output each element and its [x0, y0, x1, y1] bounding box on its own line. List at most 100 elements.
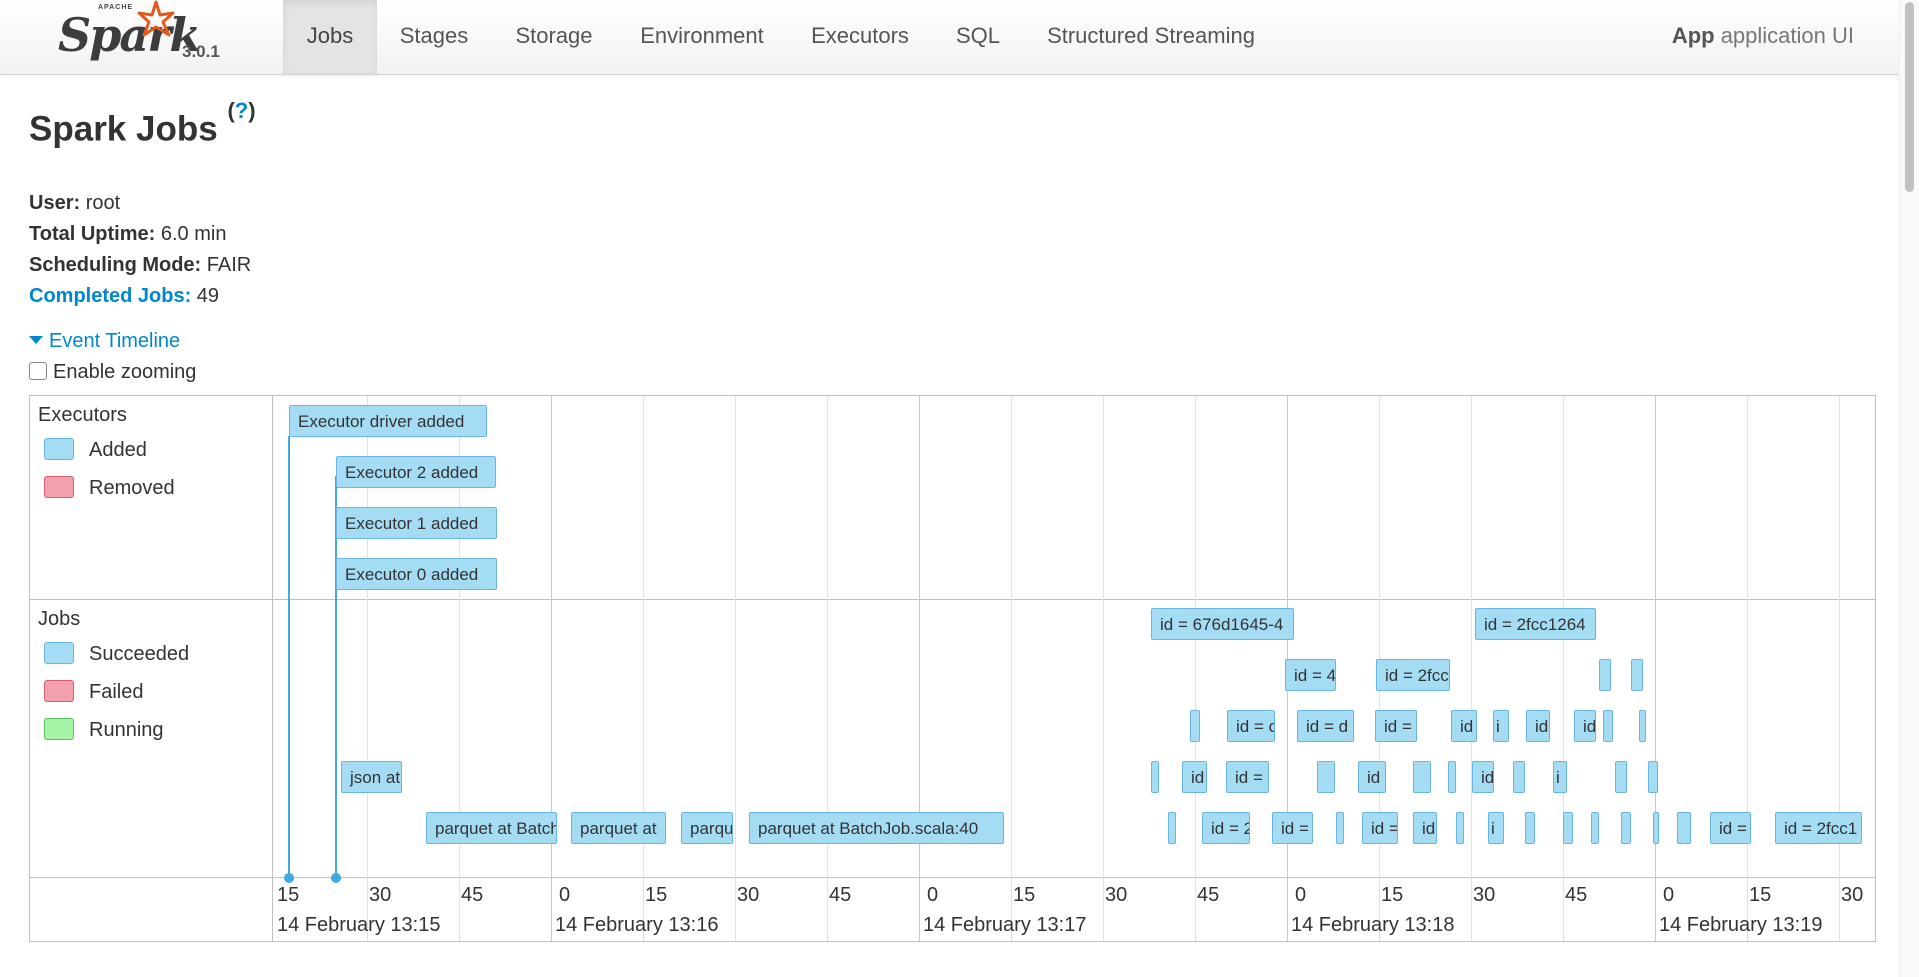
- uptime-value: 6.0 min: [155, 223, 227, 245]
- completed-jobs-link[interactable]: Completed Jobs:: [29, 285, 191, 307]
- scrollbar-thumb[interactable]: [1905, 2, 1914, 192]
- app-ui-title: App application UI: [1672, 0, 1854, 74]
- job-item[interactable]: id =: [1710, 812, 1751, 844]
- help-tooltip[interactable]: (?): [227, 98, 255, 123]
- app-ui-rest: application UI: [1714, 23, 1854, 48]
- job-item[interactable]: [1648, 761, 1658, 793]
- enable-zooming[interactable]: Enable zooming: [29, 361, 196, 384]
- job-item[interactable]: [1336, 812, 1344, 844]
- job-item[interactable]: id: [1451, 710, 1477, 742]
- zoom-label: Enable zooming: [53, 361, 197, 383]
- timeline-plot[interactable]: Executor driver added Executor 2 added E…: [273, 396, 1875, 941]
- top-navbar: APACHE Spark 3.0.1 Jobs Stages Storage E…: [0, 0, 1900, 75]
- job-item[interactable]: id = d: [1297, 710, 1354, 742]
- job-item[interactable]: parquet at BatchJob: [426, 812, 557, 844]
- executor-event[interactable]: Executor 1 added: [336, 507, 497, 539]
- job-item[interactable]: id =: [1375, 710, 1417, 742]
- app-ui-bold: App: [1671, 23, 1715, 48]
- axis-tick: 15: [1013, 884, 1036, 906]
- job-item[interactable]: [1615, 761, 1627, 793]
- tab-stages[interactable]: Stages: [383, 0, 485, 74]
- job-item[interactable]: [1591, 812, 1599, 844]
- help-link[interactable]: ?: [235, 98, 248, 123]
- executor-event[interactable]: Executor 0 added: [336, 558, 497, 590]
- gridline: [1839, 396, 1840, 941]
- caret-down-icon: [29, 336, 43, 344]
- job-item[interactable]: id: [1574, 710, 1596, 742]
- job-item[interactable]: [1190, 710, 1200, 742]
- job-item[interactable]: [1151, 761, 1159, 793]
- job-item[interactable]: [1513, 761, 1525, 793]
- job-item[interactable]: [1653, 812, 1659, 844]
- axis-tick: 30: [1841, 884, 1864, 906]
- tab-structured-streaming[interactable]: Structured Streaming: [1035, 0, 1267, 74]
- job-item[interactable]: i: [1488, 812, 1504, 844]
- succeeded-swatch: [44, 642, 74, 664]
- job-item[interactable]: id = 4: [1285, 659, 1336, 691]
- axis-tick: 15: [277, 884, 300, 906]
- job-item[interactable]: id = c: [1227, 710, 1275, 742]
- axis-tick: 15: [645, 884, 668, 906]
- page-scrollbar[interactable]: [1899, 0, 1919, 977]
- job-item[interactable]: id = 2fcc1264: [1475, 608, 1596, 640]
- gridline: [1103, 396, 1104, 941]
- completed-value: 49: [191, 285, 220, 307]
- tab-storage[interactable]: Storage: [497, 0, 611, 74]
- legend-added: Added: [44, 438, 147, 462]
- job-item[interactable]: id =: [1362, 812, 1398, 844]
- job-item[interactable]: [1448, 761, 1456, 793]
- timeline-legend-panel: Executors Added Removed Jobs Succeeded F…: [30, 396, 273, 941]
- job-item[interactable]: [1525, 812, 1535, 844]
- job-item[interactable]: id =: [1272, 812, 1313, 844]
- job-item[interactable]: [1603, 710, 1613, 742]
- failed-swatch: [44, 680, 74, 702]
- job-item[interactable]: [1413, 761, 1431, 793]
- job-item[interactable]: id: [1472, 761, 1494, 793]
- job-item[interactable]: [1563, 812, 1573, 844]
- job-item[interactable]: [1639, 710, 1646, 742]
- zoom-checkbox[interactable]: [29, 362, 47, 380]
- job-item[interactable]: id: [1413, 812, 1437, 844]
- job-item[interactable]: id = 676d1645-4: [1151, 608, 1294, 640]
- spark-logo[interactable]: APACHE Spark 3.0.1: [58, 0, 238, 72]
- job-item[interactable]: parquet at BatchJob.scala:40: [749, 812, 1004, 844]
- job-item[interactable]: [1317, 761, 1335, 793]
- job-item[interactable]: id = 2fcc: [1376, 659, 1450, 691]
- user-value: root: [80, 192, 121, 214]
- gridline-major: [551, 396, 552, 941]
- legend-succeeded: Succeeded: [44, 642, 189, 666]
- axis-tick: 0: [559, 884, 571, 906]
- job-item[interactable]: id: [1182, 761, 1207, 793]
- event-timeline-toggle[interactable]: Event Timeline: [29, 330, 180, 353]
- tab-executors[interactable]: Executors: [797, 0, 923, 74]
- job-item[interactable]: [1456, 812, 1464, 844]
- axis-date: 14 February 13:18: [1291, 914, 1455, 936]
- tab-sql[interactable]: SQL: [944, 0, 1012, 74]
- executor-event[interactable]: Executor driver added: [289, 405, 487, 437]
- legend-running: Running: [44, 718, 164, 742]
- job-item[interactable]: id = 2: [1202, 812, 1250, 844]
- job-item[interactable]: [1631, 659, 1643, 691]
- tab-environment[interactable]: Environment: [626, 0, 778, 74]
- job-item[interactable]: id: [1358, 761, 1386, 793]
- executor-event[interactable]: Executor 2 added: [336, 456, 496, 488]
- executor-event-line: [288, 436, 290, 878]
- axis-tick: 30: [369, 884, 392, 906]
- job-item[interactable]: i: [1493, 710, 1509, 742]
- job-item[interactable]: [1168, 812, 1176, 844]
- axis-tick: 45: [1197, 884, 1220, 906]
- gridline-major: [919, 396, 920, 941]
- axis-tick: 45: [1565, 884, 1588, 906]
- job-item[interactable]: id: [1526, 710, 1550, 742]
- job-item[interactable]: id =: [1226, 761, 1269, 793]
- job-item[interactable]: i: [1553, 761, 1567, 793]
- axis-tick: 45: [829, 884, 852, 906]
- job-item[interactable]: [1677, 812, 1691, 844]
- job-item[interactable]: [1599, 659, 1611, 691]
- tab-jobs[interactable]: Jobs: [283, 0, 377, 74]
- job-item[interactable]: parquet: [681, 812, 733, 844]
- job-item[interactable]: id = 2fcc1: [1775, 812, 1862, 844]
- job-item[interactable]: [1621, 812, 1631, 844]
- job-item[interactable]: parquet at: [571, 812, 666, 844]
- job-item[interactable]: json at: [341, 761, 402, 793]
